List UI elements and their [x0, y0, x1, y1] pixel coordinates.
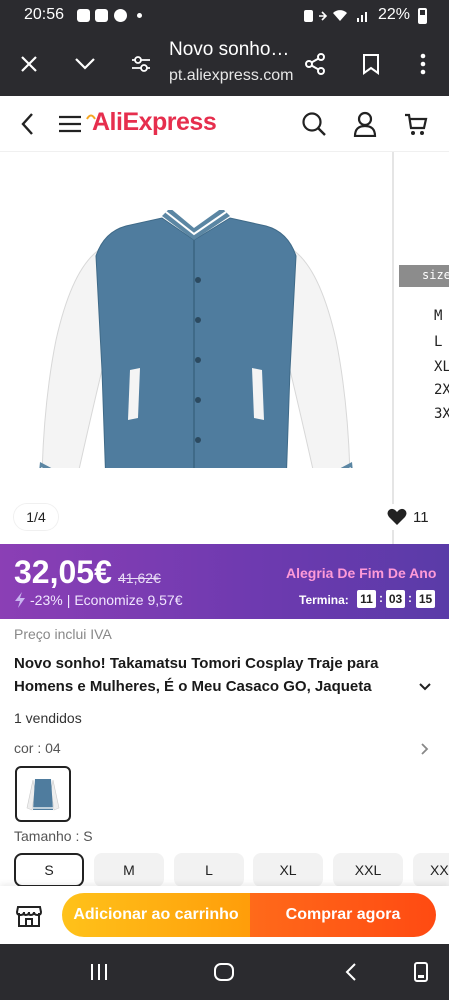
countdown-seconds: 15 — [416, 590, 435, 608]
screenshot-icon — [414, 962, 428, 982]
account-button[interactable] — [349, 108, 381, 140]
chevron-right-icon[interactable] — [420, 742, 430, 756]
size-chart-label: size — [399, 265, 449, 287]
color-swatch-thumbnail — [26, 779, 60, 811]
minimize-button[interactable] — [69, 48, 101, 80]
search-button[interactable] — [298, 108, 330, 140]
gallery-divider — [392, 152, 394, 544]
page-title[interactable]: Novo sonho… — [169, 39, 299, 61]
system-nav-bar — [0, 944, 449, 1000]
original-price: 41,62€ — [118, 570, 161, 586]
countdown-separator: : — [408, 591, 412, 605]
cart-button[interactable] — [400, 108, 432, 140]
more-options-button[interactable] — [407, 48, 439, 80]
product-title[interactable]: Novo sonho! Takamatsu Tomori Cosplay Tra… — [14, 652, 414, 698]
bookmark-button[interactable] — [355, 48, 387, 80]
discount-info: -23% | Economize 9,57€ — [14, 592, 183, 608]
lightning-icon — [15, 592, 25, 608]
vat-note: Preço inclui IVA — [14, 626, 112, 642]
product-image[interactable] — [34, 210, 358, 468]
gallery-notification-icon — [95, 9, 108, 22]
home-icon — [214, 963, 234, 981]
whatsapp-icon — [114, 9, 127, 22]
close-tab-button[interactable] — [13, 48, 45, 80]
recents-button[interactable] — [84, 958, 114, 986]
promo-name: Alegria De Fim De Ano — [286, 565, 437, 581]
battery-percent: 22% — [378, 6, 411, 23]
countdown-separator: : — [379, 591, 383, 605]
action-bar: Adicionar ao carrinho Comprar agora — [0, 886, 449, 944]
image-counter: 1/4 — [14, 504, 58, 530]
nav-back-button[interactable] — [336, 958, 366, 986]
notification-icon — [77, 9, 90, 22]
discount-percent: -23% — [30, 592, 63, 608]
site-settings-button[interactable] — [125, 48, 157, 80]
size-chart-item: M — [434, 308, 443, 324]
menu-icon — [59, 115, 81, 133]
back-icon — [21, 113, 33, 135]
add-to-cart-button[interactable]: Adicionar ao carrinho — [62, 893, 250, 937]
size-option-l[interactable]: L — [174, 853, 244, 887]
promo-banner: 32,05€ 41,62€ -23% | Economize 9,57€ Ale… — [0, 544, 449, 619]
page-url[interactable]: pt.aliexpress.com — [169, 67, 294, 85]
chevron-down-icon — [75, 58, 95, 70]
product-gallery[interactable]: size M L XL 2X 3X 1/4 11 — [0, 152, 449, 544]
discount-divider: | — [66, 592, 71, 608]
back-button[interactable] — [11, 108, 43, 140]
search-icon — [302, 112, 326, 136]
wishlist-count: 11 — [413, 508, 429, 526]
size-chart-item: 2X — [434, 382, 449, 398]
size-option-m[interactable]: M — [94, 853, 164, 887]
store-icon[interactable] — [16, 903, 42, 929]
color-label[interactable]: cor : 04 — [14, 740, 61, 756]
sold-count: 1 vendidos — [14, 710, 82, 726]
size-chart-item: L — [434, 334, 443, 350]
buy-now-button[interactable]: Comprar agora — [250, 893, 436, 937]
size-option-xxxl[interactable]: XXXL — [413, 853, 449, 887]
wishlist-button[interactable]: 11 — [380, 504, 436, 530]
cart-icon — [405, 113, 428, 135]
more-notifications-icon — [137, 13, 142, 18]
bookmark-icon — [363, 54, 379, 75]
site-header: AliExpress — [0, 96, 449, 152]
screenshot-button[interactable] — [406, 958, 436, 986]
countdown-minutes: 03 — [386, 590, 405, 608]
close-icon — [21, 56, 37, 72]
recents-icon — [91, 964, 107, 980]
status-bar: 20:56 22% — [0, 0, 449, 32]
tune-icon — [132, 56, 150, 72]
battery-icon — [418, 8, 427, 24]
savings-amount: Economize 9,57€ — [74, 592, 183, 608]
home-button[interactable] — [209, 958, 239, 986]
menu-button[interactable] — [54, 108, 86, 140]
share-button[interactable] — [299, 48, 331, 80]
aliexpress-logo[interactable]: AliExpress — [92, 108, 217, 137]
status-icons — [304, 10, 367, 22]
more-vert-icon — [420, 53, 426, 75]
size-option-xxl[interactable]: XXL — [333, 853, 403, 887]
size-chart-item: XL — [434, 359, 449, 375]
status-time: 20:56 — [24, 6, 65, 23]
browser-toolbar: Novo sonho… pt.aliexpress.com — [0, 32, 449, 96]
color-swatch-04[interactable] — [15, 766, 71, 822]
countdown-hours: 11 — [357, 590, 376, 608]
account-icon — [353, 111, 377, 137]
heart-icon — [387, 508, 407, 525]
expand-title-button[interactable] — [418, 680, 432, 694]
size-option-s[interactable]: S — [14, 853, 84, 887]
back-icon — [345, 963, 356, 981]
size-chart-item: 3X — [434, 406, 449, 422]
countdown-label: Termina: — [299, 593, 349, 607]
size-option-xl[interactable]: XL — [253, 853, 323, 887]
share-icon — [305, 53, 325, 75]
size-label: Tamanho : S — [14, 828, 93, 844]
current-price: 32,05€ — [14, 554, 112, 590]
